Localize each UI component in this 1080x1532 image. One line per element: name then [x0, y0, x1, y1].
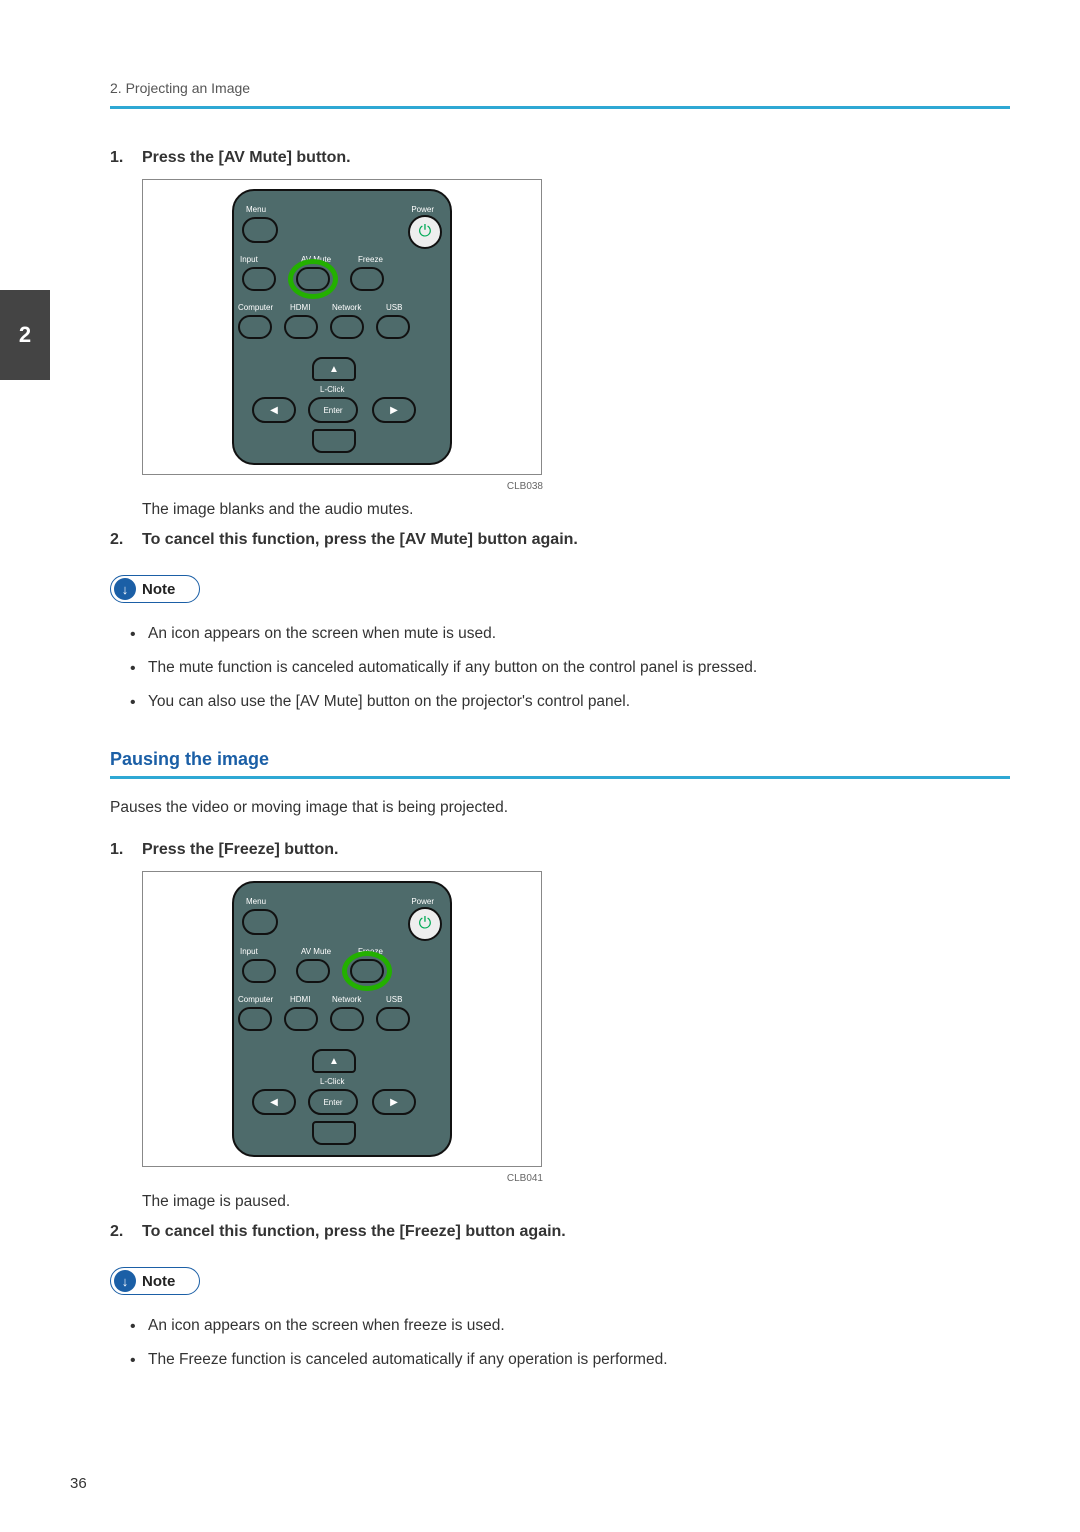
enter-button: Enter [308, 1089, 358, 1115]
step1-result-text: The image is paused. [142, 1193, 1010, 1211]
step-text: To cancel this function, press the [AV M… [142, 531, 578, 549]
label-network: Network [332, 303, 361, 312]
dpad-up: ▲ [312, 1049, 356, 1073]
note-badge: ↓ Note [110, 575, 200, 603]
page: 2. Projecting an Image 2 1. Press the [A… [0, 0, 1080, 1532]
label-menu: Menu [246, 897, 266, 906]
dpad-right: ▶ [372, 1089, 416, 1115]
label-input: Input [240, 255, 258, 264]
step-number: 2. [110, 531, 142, 549]
avmute-button [296, 267, 330, 291]
menu-button [242, 909, 278, 935]
avmute-button [296, 959, 330, 983]
step-1-avmute: 1. Press the [AV Mute] button. [110, 149, 1010, 167]
label-hdmi: HDMI [290, 995, 310, 1004]
label-usb: USB [386, 303, 402, 312]
dpad-left: ◀ [252, 397, 296, 423]
remote-illustration-avmute: Menu Power ⏻ Input AV Mute Freeze Comput… [142, 179, 542, 475]
content-area: 1. Press the [AV Mute] button. Menu Powe… [110, 149, 1010, 1377]
step-number: 2. [110, 1223, 142, 1241]
step-number: 1. [110, 841, 142, 859]
usb-button [376, 1007, 410, 1031]
menu-button [242, 217, 278, 243]
computer-button [238, 315, 272, 339]
dpad-down [312, 429, 356, 453]
label-menu: Menu [246, 205, 266, 214]
label-power: Power [411, 205, 434, 214]
label-computer: Computer [238, 303, 273, 312]
section-intro: Pauses the video or moving image that is… [110, 799, 1010, 817]
usb-button [376, 315, 410, 339]
power-icon: ⏻ [419, 915, 432, 933]
network-button [330, 1007, 364, 1031]
label-freeze: Freeze [358, 255, 383, 264]
notes-list-avmute: An icon appears on the screen when mute … [128, 617, 1010, 719]
remote-body: Menu Power ⏻ Input AV Mute Freeze Comput… [232, 189, 452, 465]
label-lclick: L-Click [320, 1077, 344, 1086]
step-text: To cancel this function, press the [Free… [142, 1223, 566, 1241]
enter-button: Enter [308, 397, 358, 423]
hdmi-button [284, 315, 318, 339]
label-input: Input [240, 947, 258, 956]
note-badge: ↓ Note [110, 1267, 200, 1295]
step-1-freeze: 1. Press the [Freeze] button. [110, 841, 1010, 859]
note-item: You can also use the [AV Mute] button on… [128, 685, 1010, 719]
remote-body: Menu Power ⏻ Input AV Mute Freeze Comput… [232, 881, 452, 1157]
label-avmute: AV Mute [301, 255, 331, 264]
step-text: Press the [AV Mute] button. [142, 149, 351, 167]
label-freeze: Freeze [358, 947, 383, 956]
chapter-tab: 2 [0, 290, 50, 380]
dpad-right: ▶ [372, 397, 416, 423]
computer-button [238, 1007, 272, 1031]
notes-list-freeze: An icon appears on the screen when freez… [128, 1309, 1010, 1377]
note-label: Note [142, 1273, 175, 1290]
illustration-code: CLB038 [507, 481, 543, 492]
note-arrow-icon: ↓ [114, 1270, 136, 1292]
label-network: Network [332, 995, 361, 1004]
input-button [242, 267, 276, 291]
label-usb: USB [386, 995, 402, 1004]
remote-illustration-freeze: Menu Power ⏻ Input AV Mute Freeze Comput… [142, 871, 542, 1167]
illustration-code: CLB041 [507, 1173, 543, 1184]
step-2-freeze: 2. To cancel this function, press the [F… [110, 1223, 1010, 1241]
label-hdmi: HDMI [290, 303, 310, 312]
step1-result-text: The image blanks and the audio mutes. [142, 501, 1010, 519]
step-number: 1. [110, 149, 142, 167]
power-icon: ⏻ [419, 223, 432, 241]
hdmi-button [284, 1007, 318, 1031]
breadcrumb: 2. Projecting an Image [110, 80, 1010, 96]
note-arrow-icon: ↓ [114, 578, 136, 600]
note-item: An icon appears on the screen when mute … [128, 617, 1010, 651]
note-item: An icon appears on the screen when freez… [128, 1309, 1010, 1343]
dpad-up: ▲ [312, 357, 356, 381]
dpad-down [312, 1121, 356, 1145]
step-2-avmute: 2. To cancel this function, press the [A… [110, 531, 1010, 549]
network-button [330, 315, 364, 339]
page-number: 36 [70, 1475, 87, 1492]
label-lclick: L-Click [320, 385, 344, 394]
note-item: The mute function is canceled automatica… [128, 651, 1010, 685]
note-label: Note [142, 581, 175, 598]
power-button: ⏻ [408, 907, 442, 941]
section-rule [110, 776, 1010, 779]
freeze-button [350, 959, 384, 983]
header-rule [110, 106, 1010, 109]
note-item: The Freeze function is canceled automati… [128, 1343, 1010, 1377]
label-avmute: AV Mute [301, 947, 331, 956]
label-computer: Computer [238, 995, 273, 1004]
label-power: Power [411, 897, 434, 906]
section-title-pausing: Pausing the image [110, 749, 1010, 770]
dpad-left: ◀ [252, 1089, 296, 1115]
freeze-button [350, 267, 384, 291]
input-button [242, 959, 276, 983]
power-button: ⏻ [408, 215, 442, 249]
step-text: Press the [Freeze] button. [142, 841, 338, 859]
